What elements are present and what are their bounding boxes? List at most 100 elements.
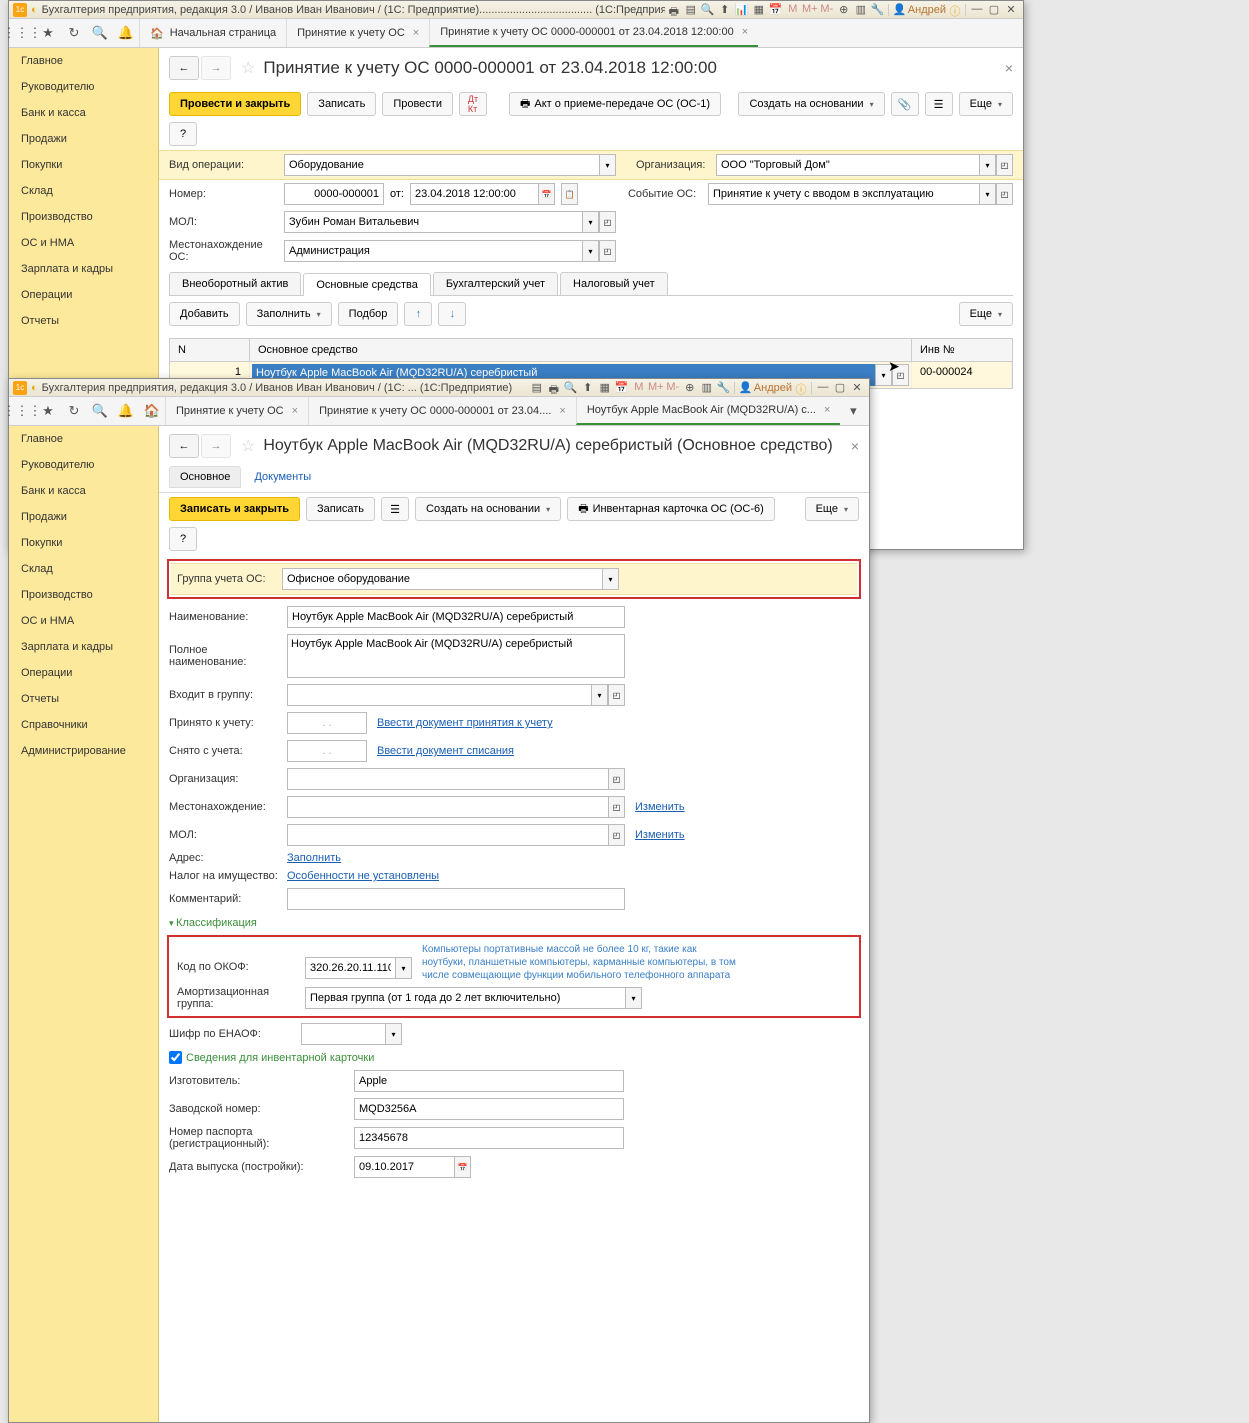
link-accept[interactable]: Ввести документ принятия к учету bbox=[377, 717, 553, 729]
create-based-button[interactable]: Создать на основании bbox=[738, 92, 884, 116]
sidebar-item[interactable]: Производство bbox=[9, 582, 158, 608]
dropdown-icon[interactable]: ▾ bbox=[875, 364, 892, 386]
tab-doc2[interactable]: Принятие к учету ОС 0000-000001 от 23.04… bbox=[429, 19, 758, 47]
tb-icon[interactable]: ⊕ bbox=[682, 381, 698, 395]
dtkt-button[interactable]: ДтКт bbox=[459, 92, 487, 116]
sidebar-item[interactable]: Главное bbox=[9, 48, 158, 74]
link-remove[interactable]: Ввести документ списания bbox=[377, 745, 514, 757]
down-icon[interactable]: ↓ bbox=[438, 302, 466, 326]
card-info-checkbox[interactable] bbox=[169, 1051, 182, 1064]
save-button[interactable]: Записать bbox=[306, 497, 375, 521]
tb-icon[interactable]: ⬆ bbox=[717, 3, 733, 17]
th-os[interactable]: Основное средство bbox=[250, 339, 912, 361]
subtab-main[interactable]: Основное bbox=[169, 466, 241, 488]
star-icon[interactable]: ★ bbox=[35, 397, 61, 425]
close-icon[interactable]: × bbox=[292, 405, 298, 417]
tb-icon[interactable]: 🔍 bbox=[563, 381, 579, 395]
event-select[interactable] bbox=[708, 183, 979, 205]
home-icon[interactable]: 🏠 bbox=[139, 397, 165, 425]
apps-icon[interactable]: ⋮⋮⋮ bbox=[9, 397, 35, 425]
sidebar-item[interactable]: Производство bbox=[9, 204, 158, 230]
tb-icon[interactable]: 📅 bbox=[768, 3, 784, 17]
loc-select[interactable] bbox=[284, 240, 582, 262]
search-icon[interactable]: 🔍 bbox=[87, 397, 113, 425]
open-icon[interactable]: ◰ bbox=[599, 211, 616, 233]
tb-icon[interactable]: ⊕ bbox=[836, 3, 852, 17]
tb-icon[interactable]: 📅 bbox=[614, 381, 630, 395]
open-icon[interactable]: ◰ bbox=[608, 824, 625, 846]
th-inv[interactable]: Инв № bbox=[912, 339, 1012, 361]
info-icon[interactable]: ⓘ bbox=[793, 381, 809, 395]
dropdown-icon[interactable]: ▾ bbox=[979, 154, 996, 176]
close-icon[interactable]: × bbox=[742, 26, 748, 38]
dropdown-icon[interactable]: ▾ bbox=[840, 397, 866, 425]
dropdown-icon[interactable]: ▾ bbox=[625, 987, 642, 1009]
accepted-date[interactable] bbox=[287, 712, 367, 734]
sidebar-item[interactable]: Справочники bbox=[9, 712, 158, 738]
bell-icon[interactable]: 🔔 bbox=[113, 397, 139, 425]
sidebar-item[interactable]: Банк и касса bbox=[9, 100, 158, 126]
sidebar-item[interactable]: Склад bbox=[9, 178, 158, 204]
tab-card[interactable]: Ноутбук Apple MacBook Air (MQD32RU/A) с.… bbox=[576, 397, 841, 425]
sidebar-item[interactable]: Покупки bbox=[9, 530, 158, 556]
close-icon[interactable]: × bbox=[1005, 60, 1013, 76]
tb-icon[interactable]: 🖶 bbox=[666, 3, 682, 17]
sidebar-item[interactable]: Отчеты bbox=[9, 686, 158, 712]
nav-back-button[interactable]: ← bbox=[169, 56, 199, 80]
tb-icon[interactable]: ▤ bbox=[683, 3, 699, 17]
amort-select[interactable] bbox=[305, 987, 625, 1009]
mol-input[interactable] bbox=[287, 824, 608, 846]
nav-fwd-button[interactable]: → bbox=[201, 434, 231, 458]
close-icon[interactable]: × bbox=[559, 405, 565, 417]
subtab-os[interactable]: Основные средства bbox=[303, 273, 431, 296]
tb-m+[interactable]: M+ bbox=[802, 3, 818, 17]
dropdown-icon[interactable]: ▾ bbox=[385, 1023, 402, 1045]
tb-m[interactable]: M bbox=[785, 3, 801, 17]
act-button[interactable]: 🖶Акт о приеме-передаче ОС (ОС-1) bbox=[509, 92, 721, 116]
add-button[interactable]: Добавить bbox=[169, 302, 240, 326]
save-button[interactable]: Записать bbox=[307, 92, 376, 116]
fullname-input[interactable]: Ноутбук Apple MacBook Air (MQD32RU/A) се… bbox=[287, 634, 625, 678]
up-icon[interactable]: ↑ bbox=[404, 302, 432, 326]
link-tax[interactable]: Особенности не установлены bbox=[287, 870, 439, 882]
dropdown-icon[interactable]: ▾ bbox=[582, 240, 599, 262]
sidebar-item[interactable]: Руководителю bbox=[9, 452, 158, 478]
close-icon[interactable]: ✕ bbox=[849, 381, 865, 395]
tb-m+[interactable]: M+ bbox=[648, 381, 664, 395]
dropdown-icon[interactable]: ▾ bbox=[602, 568, 619, 590]
tb-icon[interactable]: ⬆ bbox=[580, 381, 596, 395]
sidebar-item[interactable]: Банк и касса bbox=[9, 478, 158, 504]
fill-button[interactable]: Заполнить bbox=[246, 302, 332, 326]
sidebar-item[interactable]: Зарплата и кадры bbox=[9, 634, 158, 660]
dropdown-icon[interactable]: ▾ bbox=[591, 684, 608, 706]
sidebar-item[interactable]: Операции bbox=[9, 660, 158, 686]
user-icon[interactable]: 👤 bbox=[892, 3, 908, 17]
dropdown-icon[interactable]: ▾ bbox=[395, 957, 412, 979]
maximize-icon[interactable]: ▢ bbox=[832, 381, 848, 395]
nav-fwd-button[interactable]: → bbox=[201, 56, 231, 80]
search-icon[interactable]: 🔍 bbox=[87, 19, 113, 47]
create-based-button[interactable]: Создать на основании bbox=[415, 497, 561, 521]
ingroup-select[interactable] bbox=[287, 684, 591, 706]
post-and-close-button[interactable]: Провести и закрыть bbox=[169, 92, 301, 116]
tb-m-[interactable]: M- bbox=[665, 381, 681, 395]
tb-icon[interactable]: ▥ bbox=[853, 3, 869, 17]
date-input[interactable] bbox=[410, 183, 538, 205]
close-icon[interactable]: ✕ bbox=[1003, 3, 1019, 17]
dropdown-icon[interactable]: ▾ bbox=[979, 183, 996, 205]
serial-input[interactable] bbox=[354, 1098, 624, 1120]
calendar-icon[interactable]: 📅 bbox=[454, 1156, 471, 1178]
post-button[interactable]: Провести bbox=[382, 92, 453, 116]
tb-icon[interactable]: ▥ bbox=[699, 381, 715, 395]
info-icon[interactable]: ⓘ bbox=[947, 3, 963, 17]
tb-icon[interactable]: ▤ bbox=[529, 381, 545, 395]
help-button[interactable]: ? bbox=[169, 122, 197, 146]
minimize-icon[interactable]: — bbox=[969, 3, 985, 17]
open-icon[interactable]: ◰ bbox=[599, 240, 616, 262]
pick-button[interactable]: Подбор bbox=[338, 302, 399, 326]
tb-icon[interactable]: 🔧 bbox=[870, 3, 886, 17]
open-icon[interactable]: ◰ bbox=[608, 768, 625, 790]
tb-icon[interactable]: ▦ bbox=[751, 3, 767, 17]
minimize-icon[interactable]: — bbox=[815, 381, 831, 395]
history-icon[interactable]: ↻ bbox=[61, 397, 87, 425]
